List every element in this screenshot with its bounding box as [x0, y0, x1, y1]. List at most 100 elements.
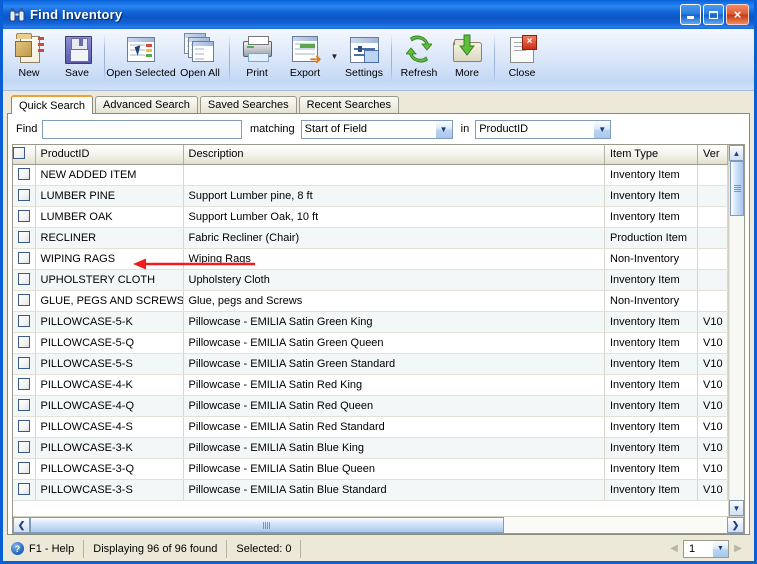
- export-grid-icon: ➜: [289, 33, 322, 67]
- table-row[interactable]: LUMBER OAK Support Lumber Oak, 10 ft Inven…: [13, 206, 728, 228]
- tab-advanced-search[interactable]: Advanced Search: [95, 96, 198, 113]
- row-select-cell[interactable]: [13, 416, 36, 438]
- row-checkbox[interactable]: [17, 188, 30, 201]
- row-checkbox[interactable]: [17, 314, 30, 327]
- row-select-cell[interactable]: [13, 164, 36, 186]
- toolbar-button-save[interactable]: Save: [53, 32, 101, 79]
- maximize-button[interactable]: [703, 4, 724, 25]
- table-row[interactable]: GLUE, PEGS AND SCREWS Glue, pegs and Scre…: [13, 290, 728, 312]
- row-checkbox[interactable]: [17, 419, 30, 432]
- row-checkbox[interactable]: [17, 335, 30, 348]
- row-select-cell[interactable]: [13, 332, 36, 354]
- tab-saved-searches[interactable]: Saved Searches: [199, 96, 297, 113]
- scroll-up-button[interactable]: ▲: [729, 145, 744, 161]
- vertical-scrollbar[interactable]: ▲ ▼: [728, 145, 744, 516]
- close-button[interactable]: ×: [726, 4, 749, 25]
- row-checkbox[interactable]: [17, 356, 30, 369]
- search-field-select[interactable]: ProductID ▼: [475, 119, 612, 139]
- table-row[interactable]: PILLOWCASE-4-K Pillowcase - EMILIA Satin …: [13, 374, 728, 396]
- toolbar-button-refresh[interactable]: Refresh: [395, 32, 443, 79]
- row-select-cell[interactable]: [13, 353, 36, 375]
- table-row[interactable]: PILLOWCASE-3-K Pillowcase - EMILIA Satin …: [13, 437, 728, 459]
- toolbar-button-new[interactable]: New: [5, 32, 53, 79]
- row-checkbox[interactable]: [17, 251, 30, 264]
- search-input[interactable]: [42, 119, 242, 139]
- toolbar-button-settings[interactable]: Settings: [340, 32, 388, 79]
- scroll-down-button[interactable]: ▼: [729, 500, 744, 516]
- column-header-description[interactable]: Description: [183, 145, 605, 165]
- cell-itemtype: Inventory Item: [604, 311, 698, 333]
- cell-ver: [697, 185, 728, 207]
- table-row[interactable]: PILLOWCASE-5-K Pillowcase - EMILIA Satin …: [13, 311, 728, 333]
- horizontal-scrollbar[interactable]: ❮ ❯: [13, 516, 744, 533]
- page-next-icon[interactable]: ▶: [732, 543, 744, 554]
- table-row[interactable]: UPHOLSTERY CLOTH Upholstery Cloth Inventor…: [13, 269, 728, 291]
- scroll-right-button[interactable]: ❯: [727, 517, 744, 533]
- row-select-cell[interactable]: [13, 290, 36, 312]
- row-select-cell[interactable]: [13, 248, 36, 270]
- toolbar-button-open-all[interactable]: Open All: [174, 32, 226, 79]
- row-checkbox[interactable]: [17, 209, 30, 222]
- help-circle-icon: ?: [11, 542, 24, 555]
- row-select-cell[interactable]: [13, 227, 36, 249]
- row-checkbox[interactable]: [17, 440, 30, 453]
- matching-mode-select[interactable]: Start of Field ▼: [300, 119, 453, 139]
- tab-recent-searches[interactable]: Recent Searches: [298, 96, 399, 113]
- row-select-cell[interactable]: [13, 185, 36, 207]
- row-checkbox[interactable]: [17, 461, 30, 474]
- toolbar-button-more[interactable]: More: [443, 32, 491, 79]
- row-checkbox[interactable]: [17, 398, 30, 411]
- row-checkbox[interactable]: [17, 293, 30, 306]
- tab-quick-search[interactable]: Quick Search: [11, 95, 94, 114]
- row-select-cell[interactable]: [13, 374, 36, 396]
- cell-productid: LUMBER PINE: [35, 185, 184, 207]
- results-table: ProductID Description Item Type Ver NEW …: [13, 145, 728, 501]
- horizontal-scroll-thumb[interactable]: [30, 517, 504, 533]
- cell-itemtype: Inventory Item: [604, 353, 698, 375]
- row-select-cell[interactable]: [13, 458, 36, 480]
- row-select-cell[interactable]: [13, 437, 36, 459]
- row-checkbox[interactable]: [17, 377, 30, 390]
- row-select-cell[interactable]: [13, 395, 36, 417]
- table-row[interactable]: WIPING RAGS Wiping Rags Non-Inventory: [13, 248, 728, 270]
- table-row[interactable]: PILLOWCASE-5-Q Pillowcase - EMILIA Satin …: [13, 332, 728, 354]
- table-row[interactable]: PILLOWCASE-3-S Pillowcase - EMILIA Satin …: [13, 479, 728, 501]
- row-select-cell[interactable]: [13, 269, 36, 291]
- toolbar-button-print[interactable]: Print: [233, 32, 281, 79]
- column-header-ver[interactable]: Ver: [697, 145, 728, 165]
- toolbar-button-open-selected[interactable]: Open Selected: [106, 32, 176, 79]
- cell-itemtype: Inventory Item: [604, 185, 698, 207]
- minimize-button[interactable]: [680, 4, 701, 25]
- table-row[interactable]: PILLOWCASE-4-S Pillowcase - EMILIA Satin …: [13, 416, 728, 438]
- cell-ver: V10: [697, 437, 728, 459]
- row-checkbox[interactable]: [17, 482, 30, 495]
- toolbar-button-close[interactable]: × Close: [498, 32, 546, 79]
- row-checkbox[interactable]: [17, 272, 30, 285]
- table-row[interactable]: NEW ADDED ITEM Inventory Item: [13, 164, 728, 186]
- table-row[interactable]: RECLINER Fabric Recliner (Chair) Productio…: [13, 227, 728, 249]
- page-number-select[interactable]: 1 ▼: [683, 539, 729, 558]
- column-header-itemtype[interactable]: Item Type: [604, 145, 698, 165]
- horizontal-scroll-track[interactable]: [30, 517, 727, 533]
- table-row[interactable]: PILLOWCASE-3-Q Pillowcase - EMILIA Satin …: [13, 458, 728, 480]
- row-select-cell[interactable]: [13, 206, 36, 228]
- row-checkbox[interactable]: [17, 167, 30, 180]
- table-row[interactable]: LUMBER PINE Support Lumber pine, 8 ft Inve…: [13, 185, 728, 207]
- vertical-scroll-track[interactable]: [729, 161, 744, 500]
- table-row[interactable]: PILLOWCASE-4-Q Pillowcase - EMILIA Satin …: [13, 395, 728, 417]
- row-select-cell[interactable]: [13, 311, 36, 333]
- column-header-productid[interactable]: ProductID: [35, 145, 184, 165]
- row-checkbox[interactable]: [17, 230, 30, 243]
- toolbar-button-export[interactable]: ➜ Export: [281, 32, 329, 79]
- table-row[interactable]: PILLOWCASE-5-S Pillowcase - EMILIA Satin …: [13, 353, 728, 375]
- results-grid: ProductID Description Item Type Ver NEW …: [12, 144, 745, 534]
- cell-ver: [697, 164, 728, 186]
- vertical-scroll-thumb[interactable]: [730, 161, 744, 216]
- export-dropdown-arrow-icon[interactable]: ▼: [329, 52, 340, 61]
- status-help[interactable]: ? F1 - Help: [7, 539, 85, 558]
- select-all-checkbox[interactable]: [13, 147, 25, 160]
- row-select-cell[interactable]: [13, 479, 36, 501]
- scroll-left-button[interactable]: ❮: [13, 517, 30, 533]
- page-prev-icon[interactable]: ◀: [668, 543, 680, 554]
- column-header-select-all[interactable]: [13, 145, 36, 165]
